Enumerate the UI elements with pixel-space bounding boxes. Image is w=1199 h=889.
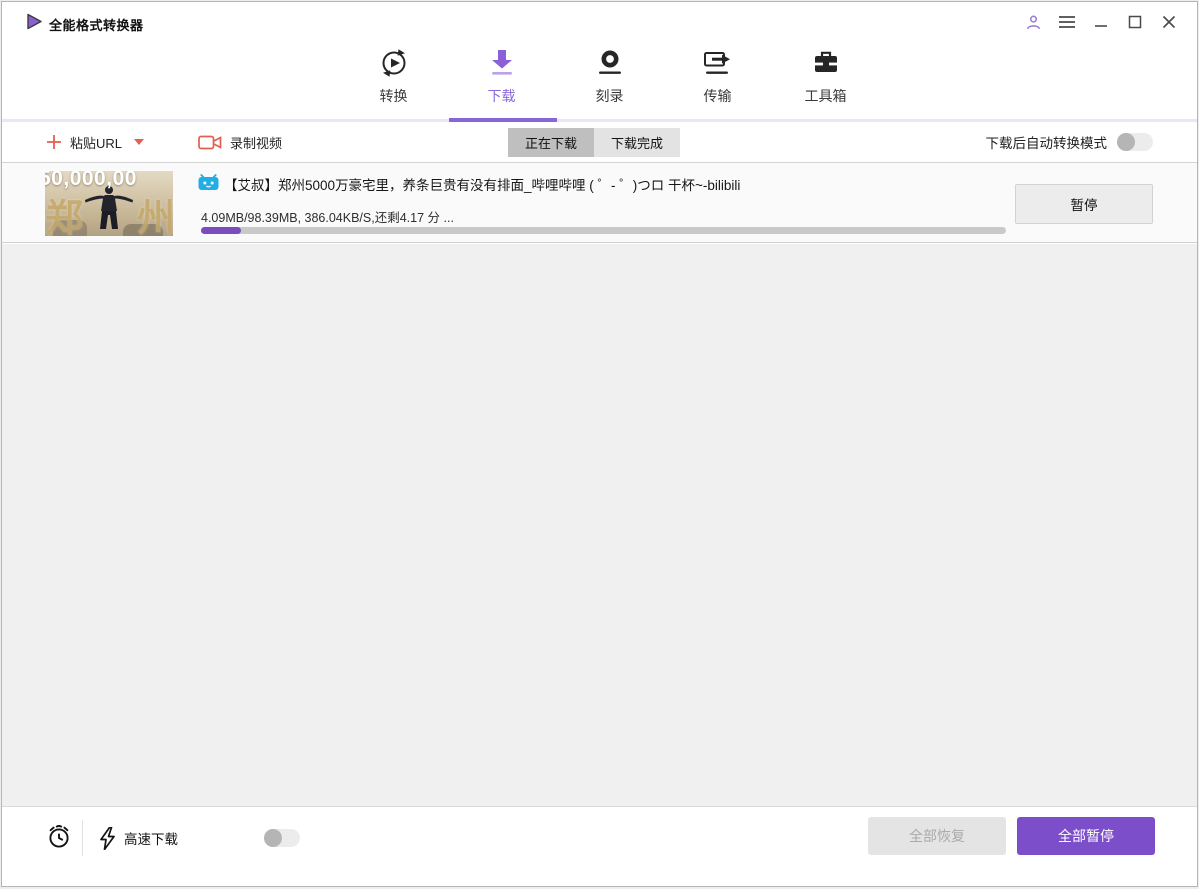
account-icon[interactable] [1023,12,1043,32]
tab-toolbox[interactable]: 工具箱 [772,42,880,122]
convert-refresh-play-icon [379,42,409,84]
person-silhouette [85,186,133,229]
maximize-icon[interactable] [1125,12,1145,32]
lightning-icon [100,826,115,850]
app-logo-icon [26,13,43,35]
record-video-label: 录制视频 [230,135,283,151]
thumbnail-char-left: 郑 [45,198,84,236]
main-nav: 转换 下载 刻录 传输 工具箱 [2,42,1197,122]
tab-convert[interactable]: 转换 [340,42,448,122]
tab-transfer[interactable]: 传输 [664,42,772,122]
footer-divider [82,820,83,856]
tab-label: 下载 [487,88,516,104]
download-state-tabs: 正在下载 下载完成 [508,128,681,157]
schedule-clock-icon[interactable] [45,823,73,851]
minimize-icon[interactable] [1091,12,1111,32]
tab-burn[interactable]: 刻录 [556,42,664,122]
paste-url-button[interactable]: 粘贴URL [46,122,145,162]
tab-label: 刻录 [595,88,624,104]
download-item-row: 50,000,00 郑 州 【艾叔】郑州5000万豪宅里，养条巨贵有没有排面_哔… [2,162,1197,243]
tab-label: 转换 [379,88,408,104]
auto-convert-group: 下载后自动转换模式 [985,122,1153,162]
bilibili-icon [198,174,219,196]
progress-bar [201,227,1006,234]
auto-convert-label: 下载后自动转换模式 [985,136,1108,151]
auto-convert-toggle[interactable] [1117,133,1153,151]
download-list-area [2,244,1197,806]
close-icon[interactable] [1159,12,1179,32]
transfer-device-icon [703,42,733,84]
menu-icon[interactable] [1057,12,1077,32]
pause-all-button[interactable]: 全部暂停 [1017,817,1155,855]
toolbox-icon [811,42,841,84]
paste-url-label: 粘贴URL [70,135,123,151]
high-speed-toggle[interactable] [264,829,300,847]
plus-icon [47,135,61,149]
tab-download-complete[interactable]: 下载完成 [594,128,681,157]
footer-bar: 高速下载 全部恢复 全部暂停 [2,806,1197,886]
tab-download[interactable]: 下载 [448,42,556,122]
video-title: 【艾叔】郑州5000万豪宅里，养条巨贵有没有排面_哔哩哔哩 ( ゜- ゜)つロ … [224,178,741,193]
download-arrow-icon [489,42,515,84]
download-toolbar: 粘贴URL 录制视频 正在下载 下载完成 下载后自动转换模式 [2,122,1197,162]
chevron-down-icon[interactable] [134,139,145,145]
tab-downloading[interactable]: 正在下载 [508,128,595,157]
video-thumbnail: 50,000,00 郑 州 [45,171,173,236]
burn-disc-icon [596,42,624,84]
tab-label: 传输 [703,88,732,104]
thumbnail-char-right: 州 [136,198,173,236]
camcorder-icon [198,135,222,149]
high-speed-group: 高速下载 [100,807,178,869]
window-controls [1023,2,1179,42]
tab-label: 工具箱 [804,88,847,104]
titlebar: 全能格式转换器 [2,2,1197,42]
download-stats: 4.09MB/98.39MB, 386.04KB/S,还剩4.17 分 ... [201,211,454,225]
app-title: 全能格式转换器 [49,18,144,33]
record-video-button[interactable]: 录制视频 [198,122,282,162]
high-speed-label: 高速下载 [124,832,178,847]
app-window: 全能格式转换器 转换 下载 刻录 传输 工具箱 粘贴URL 录制视频 正在下载 … [1,1,1198,887]
pause-button[interactable]: 暂停 [1015,184,1153,224]
resume-all-button[interactable]: 全部恢复 [868,817,1006,855]
progress-fill [201,227,242,234]
